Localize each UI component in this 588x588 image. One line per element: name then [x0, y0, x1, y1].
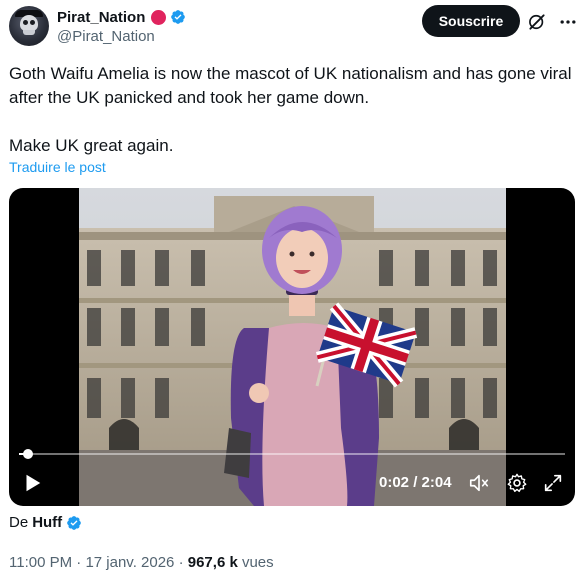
post-text: Goth Waifu Amelia is now the mascot of U…	[9, 62, 579, 158]
post-text-line: Goth Waifu Amelia is now the mascot of U…	[9, 64, 572, 107]
video-frame	[79, 188, 506, 506]
post-text-line: Make UK great again.	[9, 136, 174, 155]
avatar[interactable]	[9, 6, 49, 46]
fullscreen-icon[interactable]	[542, 472, 564, 494]
video-source: De Huff	[9, 514, 82, 531]
video-progress-bar[interactable]	[19, 449, 565, 459]
post-date[interactable]: 17 janv. 2026	[85, 554, 174, 571]
subscribe-button[interactable]: Souscrire	[422, 5, 520, 37]
post-meta: 11:00 PM · 17 janv. 2026 · 967,6 k vues	[9, 554, 274, 571]
translate-post-link[interactable]: Traduire le post	[9, 159, 106, 175]
verified-badge-icon	[67, 515, 82, 530]
post-time[interactable]: 11:00 PM	[9, 554, 72, 571]
grok-icon[interactable]	[527, 12, 547, 32]
source-prefix: De	[9, 514, 29, 531]
more-icon[interactable]	[558, 12, 578, 32]
post-header: Pirat_Nation @Pirat_Nation Souscrire	[9, 5, 581, 47]
play-icon[interactable]	[21, 472, 43, 494]
source-author[interactable]: Huff	[32, 514, 62, 531]
video-player[interactable]: 0:02 / 2:04	[9, 188, 575, 506]
verified-badge-icon	[171, 10, 186, 24]
views-label: vues	[241, 554, 274, 571]
mute-icon[interactable]	[468, 472, 490, 494]
video-time: 0:02 / 2:04	[379, 474, 452, 491]
account-handle[interactable]: @Pirat_Nation	[57, 27, 186, 47]
display-name-row: Pirat_Nation	[57, 7, 186, 27]
meta-separator: ·	[178, 554, 184, 571]
meta-separator: ·	[76, 554, 82, 571]
author-names: Pirat_Nation @Pirat_Nation	[57, 7, 186, 47]
display-name[interactable]: Pirat_Nation	[57, 9, 145, 26]
video-progress-handle[interactable]	[22, 449, 33, 459]
settings-icon[interactable]	[506, 472, 528, 494]
view-count: 967,6 k	[187, 554, 238, 571]
red-circle-icon	[151, 9, 167, 25]
